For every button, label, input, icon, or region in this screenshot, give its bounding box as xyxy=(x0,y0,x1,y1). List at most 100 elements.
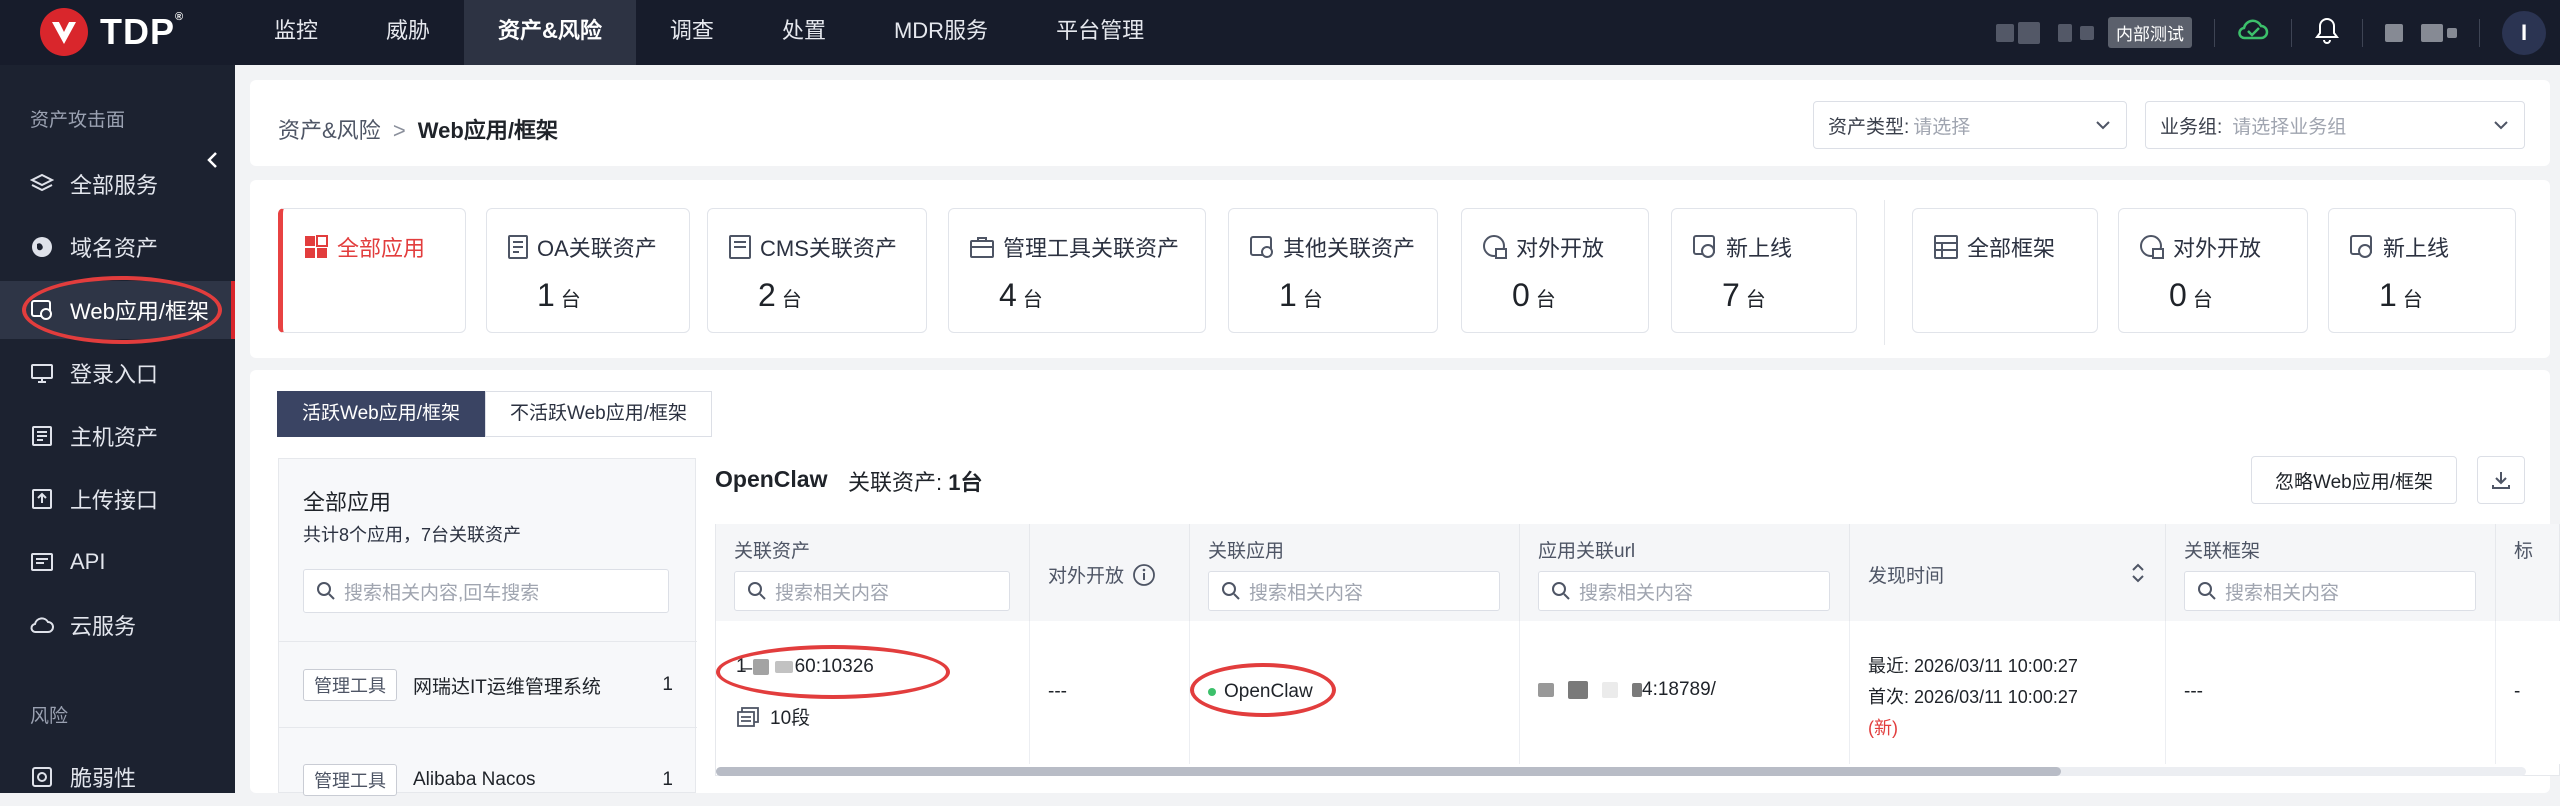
col-header-discovered: 发现时间 xyxy=(1850,524,2166,621)
cms-icon xyxy=(729,235,751,259)
search-icon xyxy=(2198,582,2216,600)
sort-icon[interactable] xyxy=(2129,561,2147,585)
list-item[interactable]: 管理工具 Alibaba Nacos 1 xyxy=(303,764,673,796)
chevron-down-icon xyxy=(2492,116,2510,140)
cloud-status-icon[interactable] xyxy=(2237,16,2269,49)
stat-cms-assets[interactable]: CMS关联资产 2台 xyxy=(707,208,927,333)
col-header-app: 关联应用 搜索相关内容 xyxy=(1190,524,1520,621)
breadcrumb: 资产&风险 > Web应用/框架 xyxy=(278,118,558,143)
redacted-text xyxy=(2058,23,2072,42)
ignore-app-button[interactable]: 忽略Web应用/框架 xyxy=(2251,456,2457,504)
user-badge: 内部测试 xyxy=(2108,17,2192,48)
breadcrumb-parent[interactable]: 资产&风险 xyxy=(278,118,381,143)
table-icon xyxy=(1934,235,1958,259)
sidebar-item-label: 脆弱性 xyxy=(70,766,137,791)
sidebar-item-login-entry[interactable]: 登录入口 xyxy=(0,344,235,402)
sidebar-item-hosts[interactable]: 主机资产 xyxy=(0,407,235,465)
stat-other-assets[interactable]: 其他关联资产 1台 xyxy=(1228,208,1438,333)
search-icon xyxy=(317,582,335,600)
divider xyxy=(279,641,697,642)
list-item[interactable]: 管理工具 网瑞达IT运维管理系统 1 xyxy=(303,669,673,701)
tab-inactive[interactable]: 不活跃Web应用/框架 xyxy=(485,391,713,437)
app-url-link[interactable]: 4:18789/ xyxy=(1538,679,1716,701)
chevron-down-icon xyxy=(2094,116,2112,140)
stat-mgmt-tool-assets[interactable]: 管理工具关联资产 4台 xyxy=(948,208,1206,333)
table-cell-url: 4:18789/ xyxy=(1520,621,1850,764)
discovered-times: 最近: 2026/03/11 10:00:27 首次: 2026/03/11 1… xyxy=(1868,651,2078,744)
nav-assets-risk[interactable]: 资产&风险 xyxy=(464,0,636,65)
tab-active[interactable]: 活跃Web应用/框架 xyxy=(277,391,486,437)
header-right: 内部测试 I xyxy=(1996,0,2560,65)
table-cell-framework: --- xyxy=(2166,621,2496,764)
sidebar-item-label: 主机资产 xyxy=(70,425,159,450)
col-header-asset: 关联资产 搜索相关内容 xyxy=(716,524,1030,621)
upload-icon xyxy=(32,489,52,509)
stat-framework-new[interactable]: 新上线 1台 xyxy=(2328,208,2516,333)
sidebar-item-all-services[interactable]: 全部服务 xyxy=(0,155,235,213)
app-list-panel: 全部应用 共计8个应用，7台关联资产 搜索相关内容,回车搜索 管理工具 网瑞达I… xyxy=(278,458,697,796)
nav-respond[interactable]: 处置 xyxy=(748,0,860,65)
framework-search-input[interactable]: 搜索相关内容 xyxy=(2184,571,2476,611)
tdp-logo-icon xyxy=(40,8,88,56)
horizontal-scrollbar[interactable] xyxy=(716,767,2526,776)
sidebar-item-vulnerability[interactable]: 脆弱性 xyxy=(0,748,235,806)
asset-search-input[interactable]: 搜索相关内容 xyxy=(734,571,1010,611)
nav-monitor[interactable]: 监控 xyxy=(240,0,352,65)
table-cell-public: --- xyxy=(1030,621,1190,764)
divider xyxy=(279,727,697,728)
stat-newly-online[interactable]: 新上线 7台 xyxy=(1671,208,1857,333)
avatar[interactable]: I xyxy=(2502,10,2546,55)
brand-logo[interactable]: TDP® xyxy=(40,8,184,56)
document-icon xyxy=(508,235,528,259)
selected-app-title: OpenClaw xyxy=(715,466,828,492)
sidebar-item-label: 上传接口 xyxy=(70,488,159,513)
sidebar-item-domains[interactable]: 域名资产 xyxy=(0,218,235,276)
redacted-text xyxy=(2421,23,2443,42)
redacted-text xyxy=(2447,27,2457,38)
divider xyxy=(1884,200,1885,345)
redacted-text xyxy=(2080,25,2094,40)
asset-segment[interactable]: 10段 xyxy=(736,703,810,730)
highlight-annotation xyxy=(1190,663,1336,717)
toolbox-icon xyxy=(970,237,994,258)
bell-icon[interactable] xyxy=(2314,16,2340,49)
scrollbar-thumb[interactable] xyxy=(716,767,2061,776)
nav-threat[interactable]: 威胁 xyxy=(352,0,464,65)
sidebar-section-risk: 风险 xyxy=(30,706,69,727)
cloud-icon xyxy=(30,617,54,633)
sidebar-item-upload[interactable]: 上传接口 xyxy=(0,470,235,528)
monitor-icon xyxy=(31,364,53,383)
app-search-input[interactable]: 搜索相关内容,回车搜索 xyxy=(303,569,669,613)
sidebar-item-label: API xyxy=(70,549,106,574)
info-icon[interactable] xyxy=(1132,563,1156,587)
nav-investigate[interactable]: 调查 xyxy=(636,0,748,65)
search-icon xyxy=(1552,582,1570,600)
sidebar-section-attack-surface: 资产攻击面 xyxy=(30,110,126,131)
stat-framework-public[interactable]: 对外开放 0台 xyxy=(2118,208,2308,333)
asset-type-select[interactable]: 资产类型: 请选择 xyxy=(1813,101,2127,149)
app-col-search-input[interactable]: 搜索相关内容 xyxy=(1208,571,1500,611)
table-cell-app: OpenClaw xyxy=(1190,621,1520,764)
redacted-text xyxy=(1632,683,1642,697)
redacted-text xyxy=(1602,682,1618,698)
search-icon xyxy=(748,582,766,600)
nav-mdr[interactable]: MDR服务 xyxy=(860,0,1022,65)
business-group-select[interactable]: 业务组: 请选择业务组 xyxy=(2145,101,2525,149)
stat-public-open[interactable]: 对外开放 0台 xyxy=(1461,208,1649,333)
associated-assets-summary: 关联资产: 1台 xyxy=(848,470,983,495)
url-search-input[interactable]: 搜索相关内容 xyxy=(1538,571,1830,611)
sidebar-item-cloud[interactable]: 云服务 xyxy=(0,596,235,654)
stat-oa-assets[interactable]: OA关联资产 1台 xyxy=(486,208,690,333)
globe-icon xyxy=(32,237,52,257)
download-button[interactable] xyxy=(2477,456,2525,504)
sidebar-item-label: 全部服务 xyxy=(70,173,159,198)
other-icon xyxy=(1250,236,1273,258)
nav-platform[interactable]: 平台管理 xyxy=(1022,0,1178,65)
stat-all-frameworks[interactable]: 全部框架 xyxy=(1912,208,2098,333)
globe-lock-icon xyxy=(2140,235,2164,259)
sidebar-item-api[interactable]: API xyxy=(0,533,235,591)
col-header-public: 对外开放 xyxy=(1030,524,1190,621)
sidebar-item-label: 登录入口 xyxy=(70,362,159,387)
stat-all-apps[interactable]: 全部应用 xyxy=(278,208,466,333)
redacted-text xyxy=(1538,683,1554,697)
